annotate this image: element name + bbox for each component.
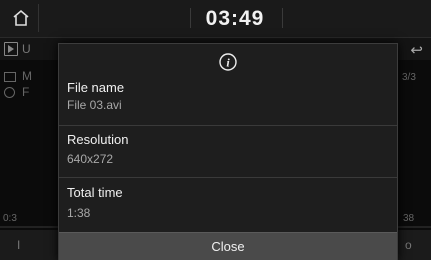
media-player-screen: 03:49 U ↩ M F 3/3 0:3 38 I o i File name… bbox=[0, 0, 431, 260]
total-time-label: Total time bbox=[67, 185, 123, 200]
total-time-value: 1:38 bbox=[67, 206, 91, 220]
track-count: 3/3 bbox=[402, 72, 416, 83]
file-icon bbox=[4, 87, 15, 98]
back-icon[interactable]: ↩ bbox=[410, 41, 423, 59]
video-source-icon bbox=[4, 42, 18, 56]
divider bbox=[59, 177, 397, 178]
close-button[interactable]: Close bbox=[59, 232, 397, 260]
status-bar: 03:49 bbox=[0, 0, 431, 38]
resolution-value: 640x272 bbox=[67, 152, 114, 166]
svg-text:i: i bbox=[226, 56, 230, 70]
left-control[interactable]: I bbox=[17, 238, 20, 252]
clock: 03:49 bbox=[205, 7, 265, 30]
elapsed-time: 0:3 bbox=[3, 213, 17, 224]
source-label: U bbox=[22, 42, 31, 56]
home-icon bbox=[13, 9, 29, 26]
home-button[interactable] bbox=[4, 4, 39, 32]
remaining-time: 38 bbox=[403, 213, 415, 224]
file-label: F bbox=[22, 85, 30, 99]
resolution-label: Resolution bbox=[67, 132, 129, 147]
folder-icon bbox=[4, 72, 16, 82]
file-info-popup: i File name File 03.avi Resolution 640x2… bbox=[58, 43, 398, 260]
info-icon: i bbox=[219, 53, 237, 71]
divider bbox=[59, 125, 397, 126]
divider bbox=[282, 8, 283, 28]
file-name-value: File 03.avi bbox=[67, 98, 122, 112]
file-name-label: File name bbox=[67, 80, 125, 95]
right-control[interactable]: o bbox=[405, 238, 412, 252]
folder-label: M bbox=[22, 69, 32, 83]
